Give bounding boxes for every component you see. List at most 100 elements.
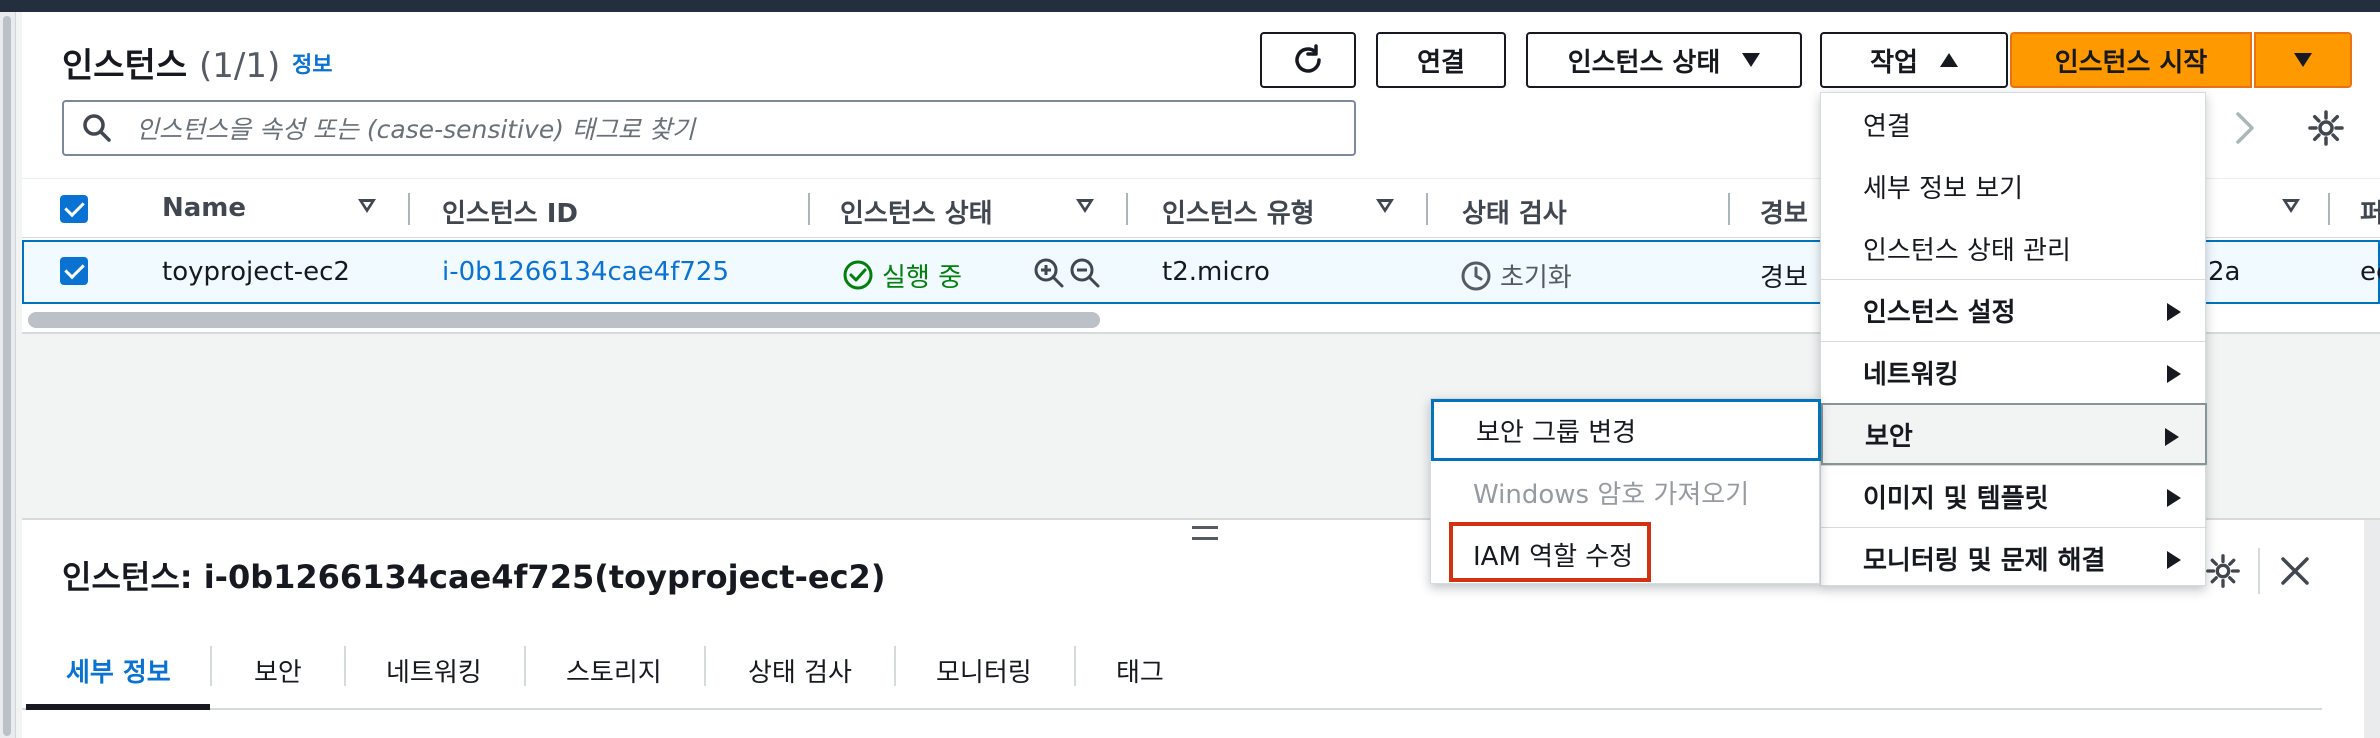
instance-state-label: 인스턴스 상태 (1567, 47, 1721, 78)
column-divider[interactable] (2328, 193, 2330, 225)
launch-instance-options-button[interactable] (2254, 32, 2352, 88)
instance-state: 실행 중 (842, 257, 962, 294)
menu-item-view-details[interactable]: 세부 정보 보기 (1821, 155, 2207, 217)
column-divider[interactable] (1426, 193, 1428, 225)
actions-dropdown[interactable]: 작업 (1820, 32, 2008, 88)
close-icon[interactable] (2276, 552, 2314, 590)
next-page-icon[interactable] (2232, 108, 2258, 148)
submenu-item-label: 보안 그룹 변경 (1476, 417, 1637, 448)
menu-item-security[interactable]: 보안 (1821, 403, 2207, 465)
left-scrollbar-thumb[interactable] (3, 16, 11, 736)
actions-menu: 연결 세부 정보 보기 인스턴스 상태 관리 인스턴스 설정 네트워킹 보안 이… (1820, 92, 2207, 589)
column-header-instance-type[interactable]: 인스턴스 유형 (1162, 193, 1315, 230)
instance-type: t2.micro (1162, 257, 1270, 287)
menu-item-label: 이미지 및 템플릿 (1863, 484, 2049, 514)
instance-name: toyproject-ec2 (162, 257, 350, 287)
zoom-out-icon[interactable] (1068, 256, 1102, 290)
details-settings-icon[interactable] (2204, 552, 2242, 590)
zoom-in-icon[interactable] (1032, 256, 1066, 290)
instance-id-link[interactable]: i-0b1266134cae4f725 (442, 257, 729, 287)
settings-gear-icon[interactable] (2306, 108, 2346, 148)
sort-icon[interactable] (358, 199, 376, 213)
menu-item-images-templates[interactable]: 이미지 및 템플릿 (1821, 465, 2207, 527)
menu-item-label: 인스턴스 설정 (1863, 298, 2016, 328)
highlight-box (1449, 522, 1651, 582)
column-header-status-check[interactable]: 상태 검사 (1462, 193, 1567, 230)
select-all-checkbox[interactable] (60, 195, 88, 223)
page-title-text: 인스턴스 (62, 46, 188, 86)
launch-instance-button[interactable]: 인스턴스 시작 (2010, 32, 2252, 88)
caret-down-icon (2294, 53, 2312, 67)
page-title: 인스턴스 (1/1) (62, 38, 280, 87)
tabs-baseline (22, 708, 2322, 710)
column-header-alarm[interactable]: 경보 (1760, 193, 1808, 230)
details-scrollbar[interactable] (2364, 520, 2380, 738)
horizontal-scrollbar[interactable] (28, 312, 1100, 328)
row-checkbox[interactable] (60, 257, 88, 285)
details-title: 인스턴스: i-0b1266134cae4f725(toyproject-ec2… (62, 558, 886, 596)
submenu-arrow-icon (2167, 551, 2181, 569)
tab-divider (210, 646, 212, 686)
menu-item-label: 모니터링 및 문제 해결 (1863, 546, 2106, 576)
tab-networking[interactable]: 네트워킹 (386, 652, 482, 689)
instance-count: (1/1) (198, 46, 281, 86)
sort-icon[interactable] (2282, 199, 2300, 213)
column-header-name[interactable]: Name (162, 193, 246, 223)
column-divider[interactable] (808, 193, 810, 225)
connect-button-label: 연결 (1417, 47, 1465, 78)
tab-divider (704, 646, 706, 686)
menu-item-label: 보안 (1865, 421, 1913, 452)
menu-item-label: 세부 정보 보기 (1863, 173, 2024, 204)
success-check-icon (843, 260, 873, 289)
availability-zone: 2a (2208, 257, 2241, 287)
tab-storage[interactable]: 스토리지 (566, 652, 662, 689)
column-header-instance-id[interactable]: 인스턴스 ID (442, 193, 578, 230)
tab-monitoring[interactable]: 모니터링 (936, 652, 1032, 689)
submenu-arrow-icon (2167, 365, 2181, 383)
caret-down-icon (1742, 53, 1761, 67)
refresh-icon (1295, 44, 1321, 73)
tab-divider (1074, 646, 1076, 686)
submenu-arrow-icon (2167, 489, 2181, 507)
tab-status-checks[interactable]: 상태 검사 (748, 652, 852, 689)
menu-item-label: 연결 (1863, 111, 1911, 142)
refresh-button[interactable] (1260, 32, 1356, 88)
active-tab-indicator (26, 704, 210, 710)
menu-item-manage-state[interactable]: 인스턴스 상태 관리 (1821, 217, 2207, 279)
status-check-text: 초기화 (1500, 263, 1572, 293)
submenu-item-get-windows-password: Windows 암호 가져오기 (1431, 461, 1821, 523)
left-scrollbar[interactable] (0, 12, 16, 738)
submenu-item-change-security-groups[interactable]: 보안 그룹 변경 (1431, 399, 1821, 461)
column-divider[interactable] (1126, 193, 1128, 225)
sort-icon[interactable] (1076, 199, 1094, 213)
tab-divider (894, 646, 896, 686)
menu-item-networking[interactable]: 네트워킹 (1821, 341, 2207, 403)
tab-details[interactable]: 세부 정보 (66, 652, 171, 689)
top-navigation-bar (0, 0, 2380, 12)
tab-security[interactable]: 보안 (254, 652, 302, 689)
actions-label: 작업 (1870, 47, 1918, 78)
sort-icon[interactable] (1376, 199, 1394, 213)
public-dns: ec (2360, 257, 2380, 287)
menu-item-instance-settings[interactable]: 인스턴스 설정 (1821, 279, 2207, 341)
resize-handle-icon[interactable] (1192, 526, 1218, 540)
column-divider[interactable] (408, 193, 410, 225)
tab-divider (524, 646, 526, 686)
instance-state-dropdown[interactable]: 인스턴스 상태 (1526, 32, 1802, 88)
launch-instance-label: 인스턴스 시작 (2054, 47, 2208, 78)
instance-state-text: 실행 중 (882, 263, 963, 293)
alarm-status: 경보 (1760, 263, 1808, 293)
submenu-item-label: Windows 암호 가져오기 (1473, 479, 1750, 510)
search-input[interactable]: 인스턴스을 속성 또는 (case-sensitive) 태그로 찾기 (62, 100, 1356, 156)
tab-divider (344, 646, 346, 686)
tab-tags[interactable]: 태그 (1116, 652, 1164, 689)
column-divider[interactable] (1728, 193, 1730, 225)
column-header-instance-state[interactable]: 인스턴스 상태 (840, 193, 993, 230)
menu-item-monitoring-troubleshooting[interactable]: 모니터링 및 문제 해결 (1821, 527, 2207, 589)
menu-item-connect[interactable]: 연결 (1821, 93, 2207, 155)
menu-item-label: 네트워킹 (1863, 360, 1959, 390)
column-header-public[interactable]: 퍼 (2360, 193, 2380, 230)
info-link[interactable]: 정보 (292, 47, 332, 79)
caret-up-icon (1939, 53, 1958, 67)
connect-button[interactable]: 연결 (1376, 32, 1506, 88)
